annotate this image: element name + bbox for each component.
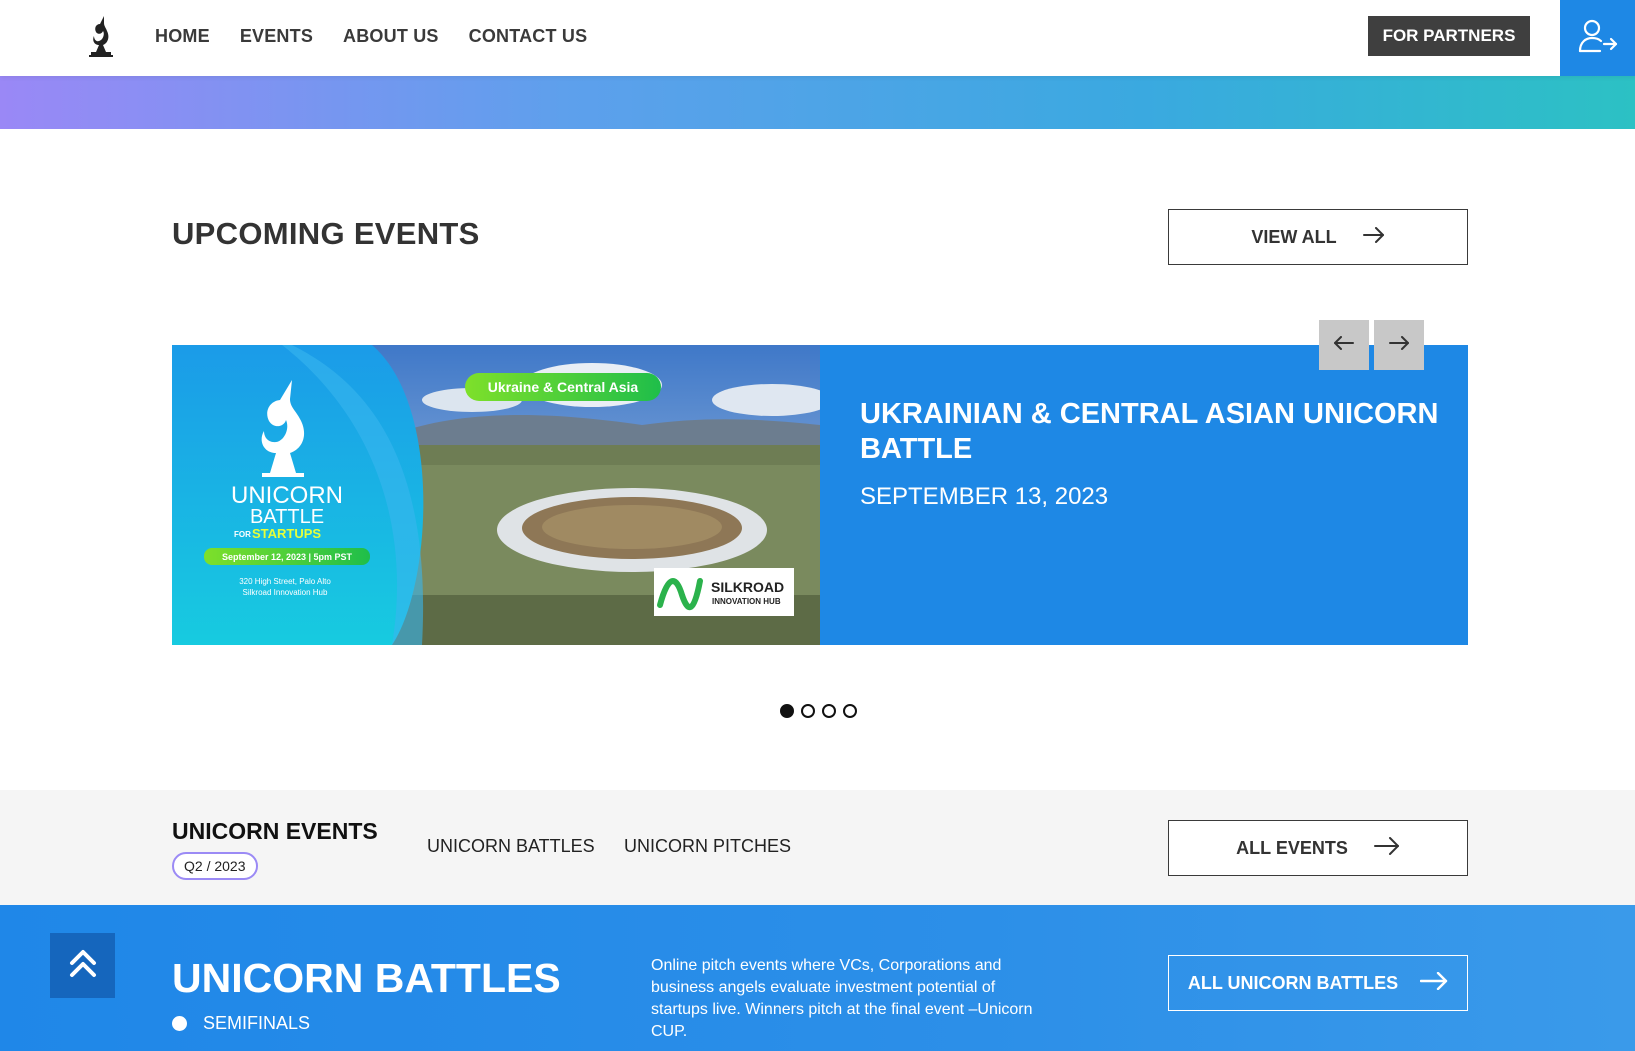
tab-unicorn-battles[interactable]: UNICORN BATTLES (427, 836, 595, 857)
nav-contact-us[interactable]: CONTACT US (469, 26, 588, 47)
event-info-panel: UKRAINIAN & CENTRAL ASIAN UNICORN BATTLE… (820, 345, 1468, 645)
unicorn-logo-icon[interactable] (86, 14, 116, 58)
nav-home[interactable]: HOME (155, 26, 210, 47)
banner-partner-sub: INNOVATION HUB (712, 597, 781, 606)
slider-next-button[interactable] (1374, 320, 1424, 370)
tab-unicorn-pitches[interactable]: UNICORN PITCHES (624, 836, 791, 857)
quarter-badge: Q2 / 2023 (172, 852, 258, 880)
event-slide[interactable]: UNICORN BATTLE FOR STARTUPS September 12… (172, 345, 1468, 645)
semifinals-indicator: SEMIFINALS (172, 1013, 310, 1034)
site-header: HOME EVENTS ABOUT US CONTACT US FOR PART… (0, 0, 1635, 76)
view-all-button[interactable]: VIEW ALL (1168, 209, 1468, 265)
slider-dot-1[interactable] (780, 704, 794, 718)
view-all-label: VIEW ALL (1251, 226, 1337, 247)
hero-gradient-strip (0, 72, 1635, 129)
upcoming-events-title: UPCOMING EVENTS (172, 216, 480, 251)
arrow-right-icon (1373, 836, 1400, 860)
unicorn-battles-section: UNICORN BATTLES SEMIFINALS Online pitch … (0, 905, 1635, 1051)
all-events-button[interactable]: ALL EVENTS (1168, 820, 1468, 876)
all-unicorn-battles-button[interactable]: ALL UNICORN BATTLES (1168, 955, 1468, 1011)
banner-date-pill: September 12, 2023 | 5pm PST (222, 552, 353, 562)
unicorn-events-heading: UNICORN EVENTS (172, 818, 378, 844)
nav-about-us[interactable]: ABOUT US (343, 26, 439, 47)
arrow-right-icon (1362, 226, 1385, 248)
event-banner-image[interactable]: UNICORN BATTLE FOR STARTUPS September 12… (172, 345, 820, 645)
arrow-right-icon (1389, 335, 1409, 355)
scroll-to-top-button[interactable] (50, 933, 115, 998)
slider-prev-button[interactable] (1319, 320, 1369, 370)
nav-events[interactable]: EVENTS (240, 26, 313, 47)
banner-partner-name: SILKROAD (711, 579, 784, 595)
double-chevron-up-icon (69, 948, 97, 983)
arrow-right-icon (1419, 971, 1448, 995)
all-events-label: ALL EVENTS (1236, 837, 1348, 858)
slider-dot-2[interactable] (801, 704, 815, 718)
banner-startups-label: STARTUPS (252, 526, 321, 541)
semifinals-label: SEMIFINALS (203, 1013, 311, 1033)
banner-region-tag: Ukraine & Central Asia (488, 379, 639, 395)
event-date: SEPTEMBER 13, 2023 (860, 483, 1109, 510)
banner-address-line1: 320 High Street, Palo Alto (239, 577, 331, 586)
banner-address-line2: Silkroad Innovation Hub (243, 588, 328, 597)
bullet-dot-icon (172, 1016, 187, 1031)
login-button[interactable] (1560, 0, 1635, 76)
unicorn-battles-title: UNICORN BATTLES (172, 955, 561, 1001)
event-title[interactable]: UKRAINIAN & CENTRAL ASIAN UNICORN BATTLE (860, 397, 1440, 467)
all-unicorn-battles-label: ALL UNICORN BATTLES (1187, 972, 1399, 993)
for-partners-button[interactable]: FOR PARTNERS (1368, 16, 1530, 56)
unicorn-battles-description: Online pitch events where VCs, Corporati… (651, 957, 1033, 1040)
main-nav: HOME EVENTS ABOUT US CONTACT US (155, 0, 587, 72)
user-login-icon (1578, 18, 1618, 59)
banner-brand-line2: BATTLE (250, 506, 324, 528)
banner-for-label: FOR (234, 530, 251, 539)
slider-dot-3[interactable] (822, 704, 836, 718)
unicorn-events-bar: UNICORN EVENTS Q2 / 2023 UNICORN BATTLES… (0, 790, 1635, 905)
banner-brand-line1: UNICORN (231, 482, 343, 509)
slider-dot-4[interactable] (843, 704, 857, 718)
slider-pagination (780, 704, 857, 718)
arrow-left-icon (1334, 335, 1354, 355)
